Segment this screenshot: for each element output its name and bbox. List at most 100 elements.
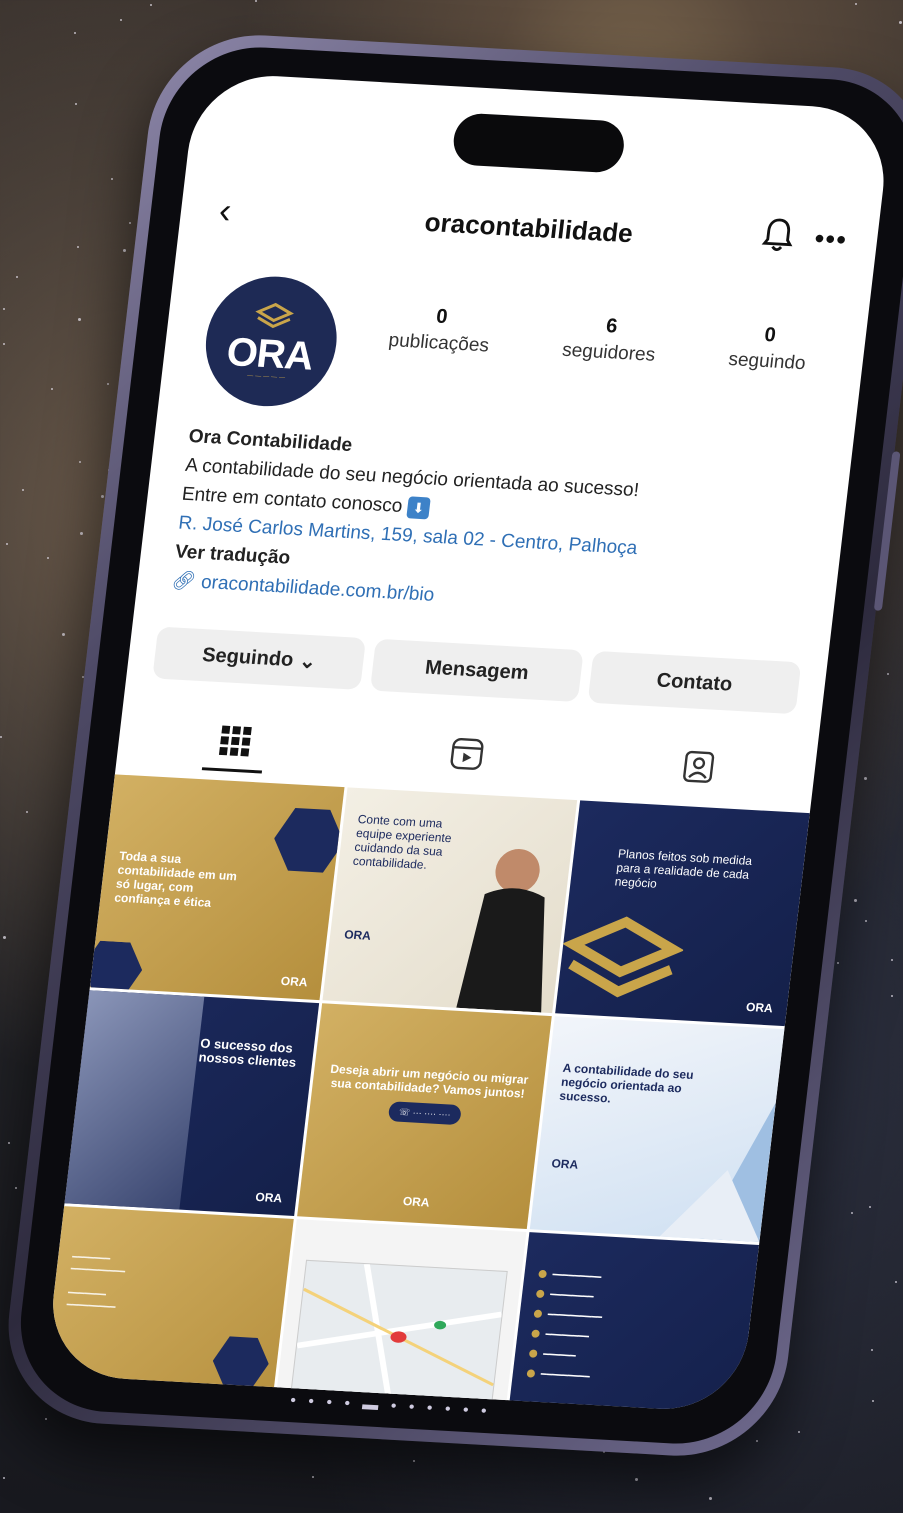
post-tile-4[interactable]: O sucesso dos nossos clientes ORA <box>64 990 320 1217</box>
tab-tagged[interactable] <box>666 740 732 793</box>
post-2-logo: ORA <box>343 927 372 943</box>
post-5-logo: ORA <box>402 1194 431 1210</box>
stat-followers[interactable]: 6 seguidores <box>561 313 660 367</box>
stat-followers-label: seguidores <box>561 339 657 366</box>
bell-icon[interactable] <box>759 216 797 256</box>
post-7-text-lines: ━━━━━━━ ━━━━━━━━━━ ━━━━━━━ ━━━━━━━━━ <box>66 1251 126 1313</box>
person-photo <box>456 849 545 1013</box>
star <box>0 735 3 738</box>
top-bar: ‹ oracontabilidade ••• <box>178 179 880 278</box>
gold-box-graphic <box>562 916 685 998</box>
contact-button[interactable]: Contato <box>587 650 802 715</box>
following-button-label: Seguindo <box>201 643 295 671</box>
stat-following[interactable]: 0 seguindo <box>727 322 810 375</box>
star <box>16 275 19 278</box>
profile-actions: Seguindo ⌄ Mensagem Contato <box>152 626 802 715</box>
star <box>51 387 54 390</box>
star <box>837 962 840 965</box>
star <box>2 307 5 310</box>
profile-bio: Ora Contabilidade A contabilidade do seu… <box>170 422 831 631</box>
message-button[interactable]: Mensagem <box>369 638 584 703</box>
star <box>73 31 76 34</box>
star <box>635 1478 639 1482</box>
star <box>122 248 126 252</box>
post-tile-3[interactable]: Planos feitos sob medida para a realidad… <box>555 800 810 1027</box>
stat-posts[interactable]: 0 publicações <box>387 303 493 357</box>
star <box>865 919 868 922</box>
star <box>107 382 110 385</box>
star <box>15 1187 18 1190</box>
contact-button-label: Contato <box>655 668 734 696</box>
star <box>7 1141 10 1144</box>
post-4-text: O sucesso dos nossos clientes <box>197 1035 298 1070</box>
stat-following-count: 0 <box>763 323 777 347</box>
support-agent-icon <box>210 1333 272 1392</box>
phone-mockup: ‹ oracontabilidade ••• ORA ————— 0 publi… <box>0 29 903 1462</box>
posts-grid: Toda a sua contabilidade em um só lugar,… <box>44 774 810 1414</box>
post-6-logo: ORA <box>550 1156 580 1172</box>
post-tile-6[interactable]: A contabilidade do seu negócio orientada… <box>529 1016 785 1243</box>
star <box>3 935 7 939</box>
star <box>74 103 77 106</box>
star <box>708 1496 712 1500</box>
post-tile-2[interactable]: Conte com uma equipe experiente cuidando… <box>322 787 578 1014</box>
star <box>3 343 6 346</box>
star <box>851 1211 854 1214</box>
post-1-text: Toda a sua contabilidade em um só lugar,… <box>113 848 238 910</box>
star <box>80 532 84 536</box>
star <box>312 1475 315 1478</box>
post-tile-5[interactable]: Deseja abrir um negócio ou migrar sua co… <box>297 1003 552 1230</box>
star <box>853 899 857 903</box>
post-tile-1[interactable]: Toda a sua contabilidade em um só lugar,… <box>89 774 345 1001</box>
star <box>46 557 49 560</box>
star <box>891 994 894 997</box>
avatar-logo-text: ORA <box>224 330 316 379</box>
star <box>76 246 79 249</box>
dynamic-island <box>450 112 627 174</box>
star <box>887 672 890 675</box>
stat-followers-count: 6 <box>604 315 619 338</box>
link-icon: 🔗︎ <box>170 570 198 593</box>
post-3-text: Planos feitos sob medida para a realidad… <box>614 846 753 891</box>
map-screenshot <box>289 1259 508 1414</box>
star <box>26 810 29 813</box>
post-1-logo: ORA <box>280 973 309 990</box>
avatar-logo-subtitle: ————— <box>246 373 288 382</box>
tab-reels[interactable] <box>434 727 500 780</box>
stat-following-label: seguindo <box>727 348 807 375</box>
star <box>871 1349 874 1352</box>
star <box>412 1460 415 1463</box>
post-4-logo: ORA <box>254 1189 283 1206</box>
star <box>255 0 258 3</box>
handshake-photo <box>64 990 205 1210</box>
post-5-phone-pill: ☏ ··· ···· ···· <box>387 1101 462 1126</box>
arrow-down-emoji-icon: ⬇ <box>406 496 431 520</box>
post-9-bullet-6: ━━━━━━━━━ <box>526 1366 729 1391</box>
post-2-text: Conte com uma equipe experiente cuidando… <box>352 812 453 872</box>
star <box>898 21 902 25</box>
more-options-icon[interactable]: ••• <box>813 223 849 257</box>
star <box>895 1281 898 1283</box>
tab-posts-grid[interactable] <box>202 714 268 767</box>
message-button-label: Mensagem <box>423 656 530 684</box>
star <box>798 1431 801 1434</box>
star <box>101 495 105 499</box>
star <box>120 19 123 22</box>
grid-icon <box>218 725 252 757</box>
star <box>150 4 153 7</box>
ora-logo-mark-icon <box>255 302 294 329</box>
star <box>61 632 65 636</box>
post-tile-8[interactable] <box>271 1219 527 1414</box>
profile-stats: 0 publicações 6 seguidores 0 seguindo <box>351 301 847 377</box>
map-roads <box>296 1263 503 1408</box>
star <box>854 2 857 5</box>
stat-posts-count: 0 <box>435 305 449 329</box>
following-button[interactable]: Seguindo ⌄ <box>152 626 367 690</box>
post-tile-9[interactable]: ━━━━━━━━━ ━━━━━━━━ ━━━━━━━━━━ ━━━━━━━━ ━… <box>504 1232 760 1414</box>
star <box>871 1399 874 1402</box>
star <box>111 177 114 180</box>
star <box>869 1206 872 1209</box>
star <box>890 959 893 962</box>
post-3-logo: ORA <box>745 999 774 1016</box>
avatar[interactable]: ORA ————— <box>198 273 344 410</box>
